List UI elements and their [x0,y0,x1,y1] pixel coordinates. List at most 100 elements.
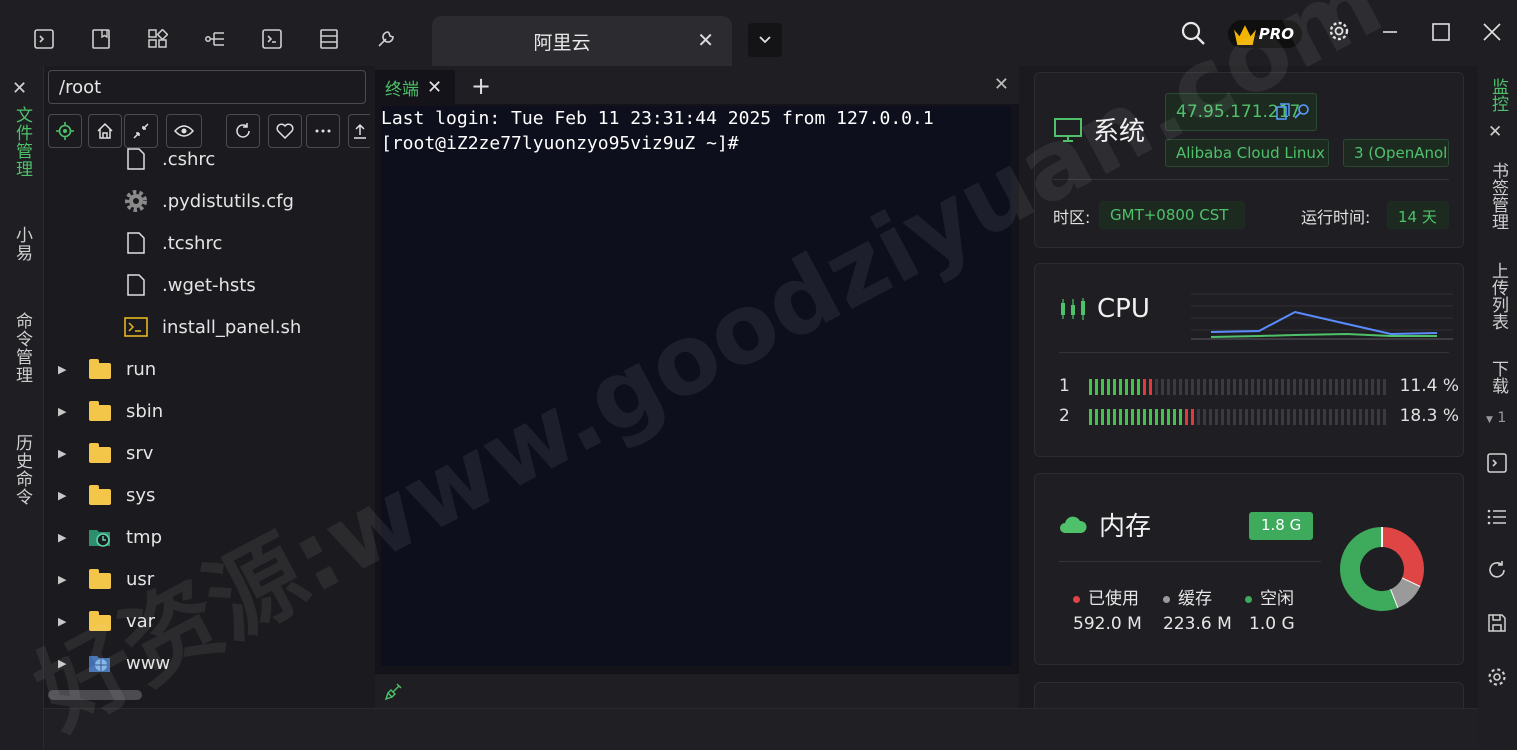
expand-arrow-icon[interactable]: ▶ [58,489,66,502]
cpu-core-index: 2 [1059,406,1070,426]
list-item[interactable]: ▶ usr [44,558,370,600]
list-item[interactable]: ▶ www [44,642,370,684]
monitor-icon [1054,117,1082,142]
cpu-segment [1233,379,1236,395]
close-sidebar-icon[interactable]: ✕ [12,78,27,99]
search-icon[interactable] [1180,20,1206,46]
close-sidebar-icon[interactable]: ✕ [1488,122,1502,142]
cpu-segment [1203,379,1206,395]
collapse-icon[interactable] [124,114,158,148]
expand-arrow-icon[interactable]: ▶ [58,657,66,670]
path-input[interactable]: /root [48,70,366,104]
cpu-segment [1371,409,1374,425]
close-panel-icon[interactable]: ✕ [994,74,1009,95]
copy-icon[interactable] [1276,103,1290,126]
cpu-segment [1161,409,1164,425]
cpu-segment [1335,409,1338,425]
cpu-segment [1347,409,1350,425]
close-window-button[interactable] [1482,22,1502,42]
bookmark-icon[interactable] [90,28,112,50]
pro-badge[interactable]: PRO [1228,20,1302,48]
settings-gear-icon[interactable] [1328,20,1350,42]
gear-icon[interactable] [1486,666,1508,688]
cpu-segment [1185,379,1188,395]
file-name: .tcshrc [162,232,223,254]
cpu-segment [1095,379,1098,395]
sidebar-item-monitor[interactable]: 监控 [1486,78,1511,112]
list-item[interactable]: install_panel.sh [44,306,370,348]
grid-icon[interactable] [147,28,169,50]
tab-terminal[interactable]: 终端 ✕ [375,70,455,104]
cpu-segment [1149,379,1152,395]
terminal-output[interactable]: Last login: Tue Feb 11 23:31:44 2025 fro… [381,106,1011,666]
cpu-segment [1251,379,1254,395]
maximize-button[interactable] [1431,22,1451,42]
favorite-heart-icon[interactable] [268,114,302,148]
home-icon[interactable] [88,114,122,148]
list-item[interactable]: ▶ srv [44,432,370,474]
cpu-core-row: 2 18.3 % [1059,406,1459,428]
wrench-icon[interactable] [375,28,397,50]
expand-arrow-icon[interactable]: ▶ [58,615,66,628]
expand-arrow-icon[interactable]: ▶ [58,573,66,586]
list-item[interactable]: .wget-hsts [44,264,370,306]
file-name: .wget-hsts [162,274,256,296]
expand-arrow-icon[interactable]: ▶ [58,363,66,376]
close-tab-icon[interactable]: ✕ [427,77,442,98]
cpu-segment [1143,379,1146,395]
list-item[interactable]: .cshrc [44,146,370,180]
list-item[interactable]: ▶ tmp [44,516,370,558]
cpu-core-row: 1 11.4 % [1059,376,1459,398]
eye-icon[interactable] [166,114,202,148]
cpu-segment [1383,409,1386,425]
tree-icon[interactable] [204,28,226,50]
search-icon[interactable] [1294,103,1310,124]
expand-arrow-icon[interactable]: ▶ [58,447,66,460]
ip-address[interactable]: 47.95.171.217 [1165,93,1317,131]
file-name: .pydistutils.cfg [162,190,294,212]
terminal-icon[interactable] [261,28,283,50]
list-icon[interactable] [1486,506,1508,528]
list-item[interactable]: ▶ sys [44,474,370,516]
list-icon[interactable] [318,28,340,50]
horizontal-scrollbar[interactable] [48,690,142,700]
tab-dropdown-button[interactable] [748,23,782,57]
tab-aliyun[interactable]: 阿里云 ✕ [432,16,732,68]
sidebar-item-xiaoyi[interactable]: 小易 [10,226,35,262]
sidebar-item-file-manager[interactable]: 文件管理 [10,106,35,178]
system-title: 系统 [1093,117,1146,147]
minimize-button[interactable] [1380,22,1400,42]
upload-icon[interactable] [348,114,370,148]
save-icon[interactable] [1486,612,1508,634]
cpu-segment [1293,409,1296,425]
sidebar-item-command-manager[interactable]: 命令管理 [10,312,35,384]
expand-arrow-icon[interactable]: ▶ [58,405,66,418]
more-options-icon[interactable] [306,114,340,148]
memory-donut-chart [1340,527,1424,611]
add-tab-icon[interactable]: + [471,72,491,100]
refresh-icon[interactable] [226,114,260,148]
cpu-segment [1227,379,1230,395]
close-tab-icon[interactable]: ✕ [697,28,714,52]
refresh-icon[interactable] [1486,559,1508,581]
list-item[interactable]: ▶ var [44,600,370,642]
terminal-icon[interactable] [1486,452,1508,474]
list-item[interactable]: ▶ run [44,348,370,390]
locate-icon[interactable] [48,114,82,148]
broom-icon[interactable] [385,682,403,700]
list-item[interactable]: ▶ sbin [44,390,370,432]
folder-clock-icon [88,525,112,549]
list-item[interactable]: .pydistutils.cfg [44,180,370,222]
cpu-segment [1329,379,1332,395]
cpu-title: CPU [1097,294,1150,324]
terminal-icon[interactable] [33,28,55,50]
sidebar-item-history-commands[interactable]: 历史命令 [10,434,35,506]
file-name: sbin [126,400,164,422]
sidebar-item-download[interactable]: 下载 [1486,360,1511,394]
sidebar-item-upload-list[interactable]: 上传列表 [1486,262,1511,330]
gear-icon [124,189,148,213]
list-item[interactable]: .tcshrc [44,222,370,264]
expand-arrow-icon[interactable]: ▶ [58,531,66,544]
cpu-segment [1347,379,1350,395]
sidebar-item-bookmarks[interactable]: 书签管理 [1486,162,1511,230]
